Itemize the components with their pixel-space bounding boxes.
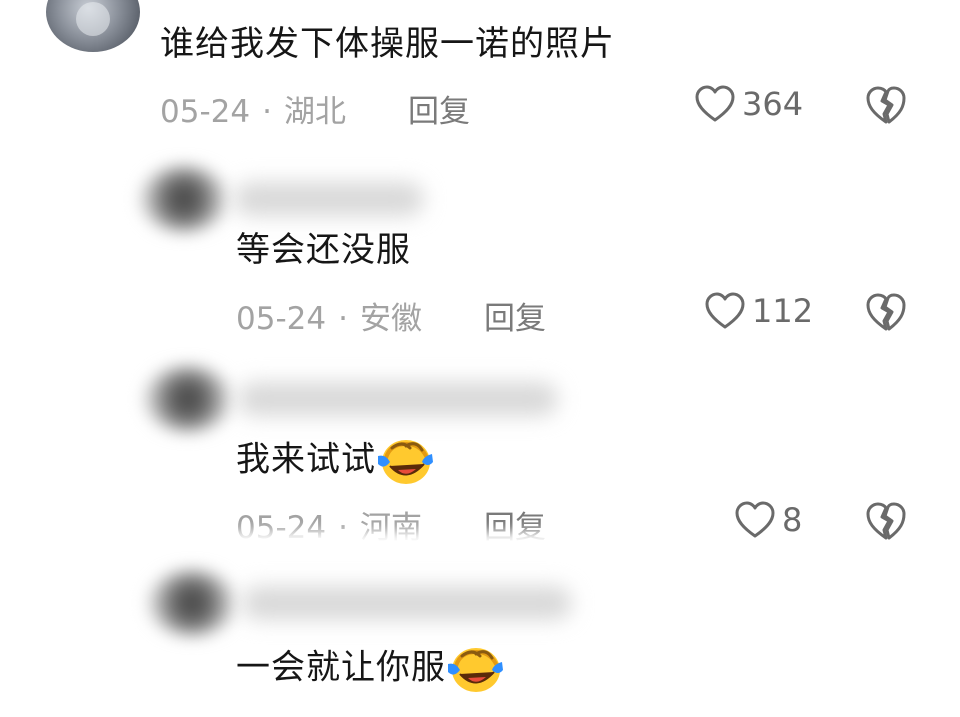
heart-outline-icon [695,85,735,122]
broken-heart-icon[interactable] [864,291,908,333]
comment-date: 05-24 [236,301,327,337]
reply-user-row[interactable] [144,366,558,432]
overlay-smudge [180,532,600,568]
comment-text: 等会还没服 [236,230,411,270]
like-button[interactable]: 364 [694,84,803,124]
comment-text-content: 我来试试 [236,439,376,480]
meta-separator: · [338,301,348,337]
reply-user-row[interactable] [140,166,424,232]
like-button[interactable]: 112 [704,291,813,331]
avatar[interactable] [140,166,228,232]
broken-heart-icon[interactable] [864,84,908,126]
reply-user-row[interactable] [148,570,572,636]
next-comment-meta-cropped [0,708,960,717]
heart-outline-icon [705,292,745,329]
comment-date: 05-24 [160,94,251,130]
broken-heart-icon[interactable] [864,500,908,542]
username-redacted [238,382,558,416]
meta-separator: · [262,94,272,130]
comment-location: 湖北 [283,94,346,130]
reply-button[interactable]: 回复 [484,293,546,338]
crying-laughing-emoji-icon [378,440,433,484]
avatar[interactable] [148,570,236,636]
username-redacted [234,182,424,216]
like-button[interactable]: 8 [734,500,802,540]
comment-meta: 05-24 · 安徽 [236,293,422,338]
crying-laughing-emoji-icon [448,648,503,692]
reply-button[interactable]: 回复 [408,86,470,131]
comment-meta: 05-24 · 湖北 [160,86,346,131]
like-count: 364 [742,85,804,123]
comment-text-content: 一会就让你服 [236,647,446,688]
username-redacted [242,586,572,620]
comment-text: 一会就让你服 [236,644,504,694]
commenter-avatar[interactable] [46,0,140,52]
comment-text: 谁给我发下体操服一诺的照片 [160,24,615,64]
like-count: 8 [782,501,803,539]
comment-text: 我来试试 [236,436,434,486]
avatar[interactable] [144,366,232,432]
like-count: 112 [752,292,814,330]
comment-location: 安徽 [359,301,422,337]
heart-outline-icon [735,501,775,538]
